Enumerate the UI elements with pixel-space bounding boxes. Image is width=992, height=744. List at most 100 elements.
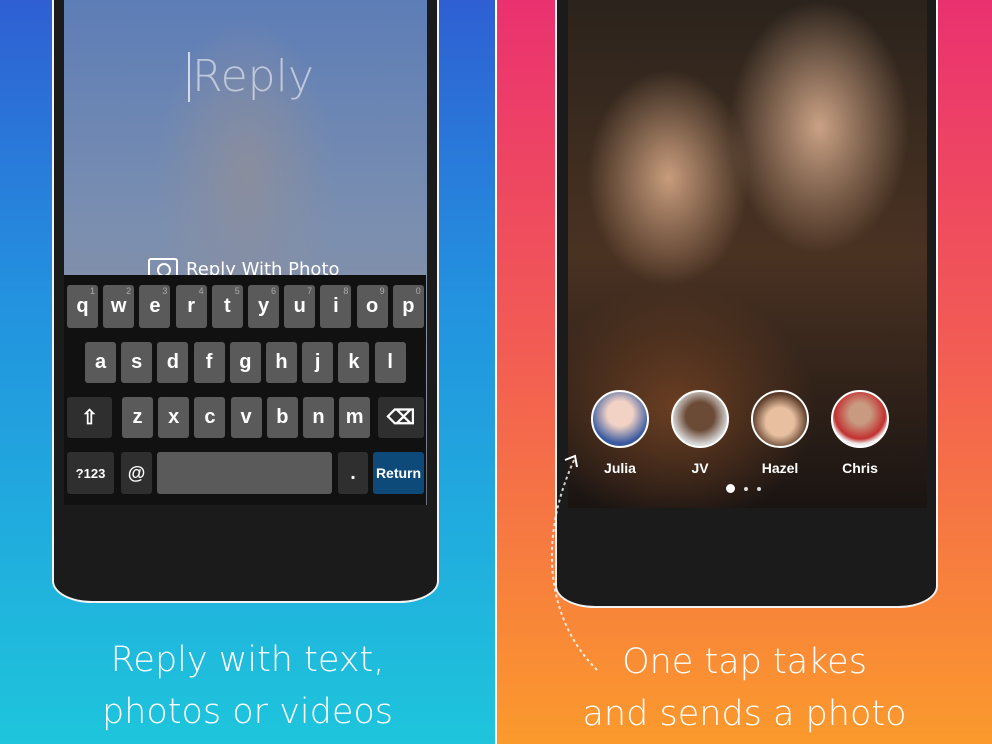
key-m[interactable]: m [339,397,371,438]
key-n[interactable]: n [303,397,334,438]
key-d[interactable]: d [157,342,189,383]
backspace-key[interactable]: ⌫ [378,397,424,438]
key-hint: 6 [270,286,276,296]
key-e[interactable]: e3 [139,285,171,328]
symbols-key[interactable]: ?123 [67,452,114,494]
key-b[interactable]: b [266,397,298,438]
key-p[interactable]: p0 [392,285,424,328]
caption-right: One tap takes and sends a photo [497,636,992,740]
return-key[interactable]: Return [373,452,424,494]
page-dot-active[interactable] [726,484,735,493]
key-label: y [257,295,270,317]
contact-hazel[interactable]: Hazel [740,390,820,476]
left-panel: Reply Reply With Photo q1w2e3r4t5y6u7i8o… [0,0,495,744]
shift-key[interactable]: ⇧ [67,397,112,438]
caption-line: One tap takes [622,642,867,682]
key-hint: 5 [234,286,240,296]
key-label: e [149,295,161,317]
key-label: u [293,295,306,317]
key-a[interactable]: a [85,342,116,383]
caption-line: photos or videos [101,692,394,732]
key-t[interactable]: t5 [211,285,243,328]
key-i[interactable]: i8 [320,285,352,328]
contact-chris[interactable]: Chris [820,390,900,476]
key-y[interactable]: y6 [248,285,279,328]
key-label: @ [127,462,146,483]
key-label: p [402,295,415,317]
key-q[interactable]: q1 [67,285,98,328]
right-panel: Julia JV Hazel Chris One tap takes and send… [497,0,992,744]
key-f[interactable]: f [193,342,225,383]
key-j[interactable]: j [302,342,334,383]
key-label: v [240,406,252,428]
avatar [591,390,649,448]
key-label: m [345,406,364,428]
key-label: x [168,406,180,428]
contact-jv[interactable]: JV [660,390,740,476]
contact-name: Julia [604,460,636,476]
key-l[interactable]: l [374,342,406,383]
key-label: s [131,351,143,373]
key-label: f [205,351,213,373]
caption-line: Reply with text, [110,640,385,680]
key-v[interactable]: v [230,397,262,438]
key-hint: 8 [343,286,349,296]
contact-name: JV [691,460,709,476]
key-hint: 9 [379,286,385,296]
key-label: q [76,295,89,317]
key-label: j [314,351,321,373]
key-hint: 4 [198,286,204,296]
key-label: t [223,295,231,317]
key-x[interactable]: x [158,397,190,438]
avatar [671,390,729,448]
phone-screen: Reply Reply With Photo q1w2e3r4t5y6u7i8o… [64,0,427,505]
caption-line: and sends a photo [582,694,907,734]
key-label: k [348,351,360,373]
contact-name: Chris [842,460,878,476]
key-label: b [276,406,289,428]
reply-input[interactable]: Reply [188,52,314,102]
key-label: w [110,295,127,317]
key-label: n [312,406,325,428]
phone-frame: Julia JV Hazel Chris [555,0,938,608]
page-indicator [726,484,761,493]
key-hint: 1 [89,286,95,296]
phone-frame: Reply Reply With Photo q1w2e3r4t5y6u7i8o… [52,0,439,603]
key-label: . [350,461,356,484]
page-dot[interactable] [757,486,761,491]
phone-screen: Julia JV Hazel Chris [568,0,927,508]
key-label: g [239,351,252,373]
key-label: l [387,351,393,373]
key-label: d [166,351,179,373]
key-w[interactable]: w2 [103,285,135,328]
keyboard: q 1 w 2 e 3 r 4 t 5 y 6 u 7 i 8 o 9 p 0 a s d f g h j k l ⇧ z x c v b n m ⌫ ?1… [64,275,426,505]
key-label: i [333,295,339,317]
key-label: ?123 [75,465,106,481]
period-key[interactable]: . [338,452,368,494]
space-key[interactable] [157,452,332,494]
contact-name: Hazel [761,460,799,476]
key-label: h [275,351,288,373]
key-g[interactable]: g [229,342,261,383]
avatar [751,390,809,448]
key-z[interactable]: z [122,397,153,438]
key-r[interactable]: r4 [175,285,207,328]
key-s[interactable]: s [121,342,153,383]
key-label: r [187,295,195,317]
page-dot[interactable] [744,486,748,491]
key-c[interactable]: c [194,397,226,438]
key-hint: 0 [415,286,421,296]
avatar [831,390,889,448]
key-label: z [132,406,143,428]
key-hint: 2 [126,286,132,296]
key-u[interactable]: u7 [284,285,316,328]
key-h[interactable]: h [266,342,297,383]
key-label: Return [375,465,422,481]
key-label: o [365,295,379,317]
key-label: ⇧ [81,407,98,429]
caption-left: Reply with text, photos or videos [0,634,495,738]
at-key[interactable]: @ [121,452,152,494]
key-k[interactable]: k [338,342,370,383]
key-label: c [204,406,216,428]
key-o[interactable]: o9 [356,285,388,328]
